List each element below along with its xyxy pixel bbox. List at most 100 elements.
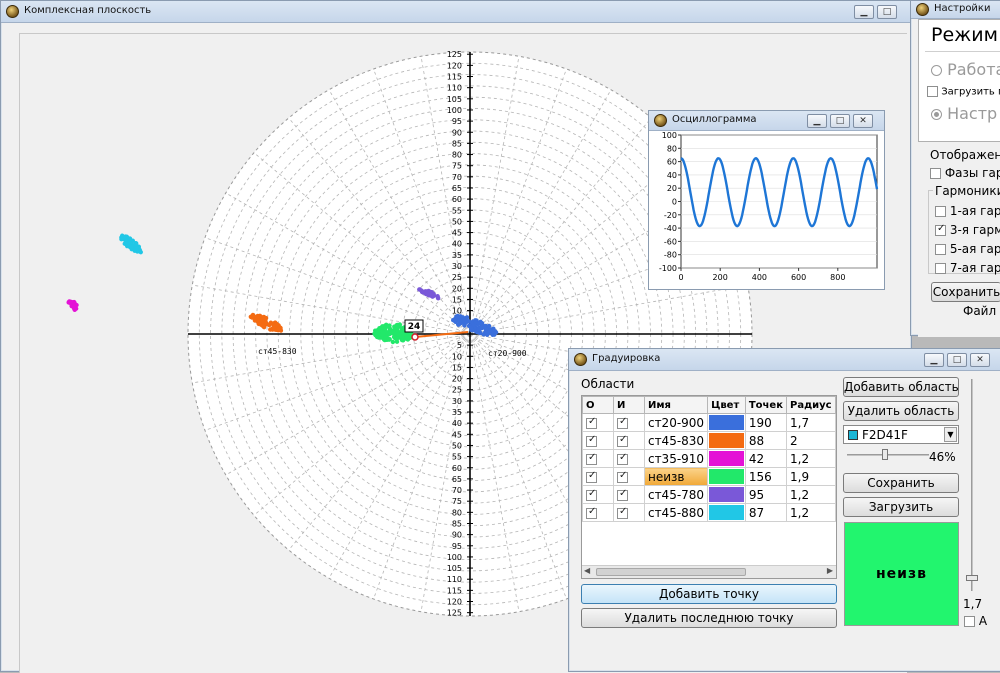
- add-area-button[interactable]: Добавить область: [843, 377, 959, 397]
- add-point-button[interactable]: Добавить точку: [581, 584, 837, 604]
- row-visible-checkbox[interactable]: [586, 488, 597, 501]
- color-dropdown[interactable]: F2D41F ▼: [843, 425, 959, 444]
- row-points[interactable]: 88: [744, 431, 788, 450]
- row-use-checkbox[interactable]: [616, 416, 628, 429]
- row-name[interactable]: неизв: [643, 467, 709, 486]
- title-bar[interactable]: Комплексная плоскость ▁ □: [1, 1, 911, 23]
- col-name[interactable]: Имя: [643, 396, 709, 414]
- cluster-point: [387, 328, 392, 334]
- cluster-label-right: ст20-900: [488, 349, 527, 358]
- table-hscrollbar[interactable]: ◀ ▶: [582, 565, 836, 578]
- calib-maximize-button[interactable]: □: [947, 353, 967, 367]
- row-visible-checkbox[interactable]: [586, 434, 597, 447]
- calib-save-button[interactable]: Сохранить: [843, 473, 959, 493]
- row-radius[interactable]: 1,2: [786, 485, 836, 504]
- oscillogram-chart[interactable]: 100806040200-20-40-60-80-1000 200 400 600 80…: [649, 131, 884, 289]
- row-visible-checkbox[interactable]: [586, 506, 597, 519]
- settings-save-button[interactable]: Сохранить: [931, 282, 1000, 302]
- opacity-label: 46%: [929, 450, 956, 464]
- row-name[interactable]: ст35-910: [643, 449, 709, 468]
- row-color[interactable]: [707, 449, 746, 468]
- calib-close-button[interactable]: ✕: [970, 353, 990, 367]
- opacity-slider[interactable]: [847, 447, 929, 463]
- col-color[interactable]: Цвет: [707, 396, 746, 414]
- table-hscroll-thumb[interactable]: [596, 568, 746, 576]
- work-radio[interactable]: [931, 65, 942, 76]
- row-visible-checkbox[interactable]: [586, 416, 597, 429]
- row-points[interactable]: 156: [744, 467, 788, 486]
- row-points[interactable]: 95: [744, 485, 788, 504]
- harmonic-checkbox[interactable]: [935, 206, 946, 217]
- row-color[interactable]: [707, 467, 746, 486]
- calib-title-bar[interactable]: Градуировка ▁ □ ✕: [569, 349, 1000, 371]
- vertical-scale-slider[interactable]: [965, 379, 979, 593]
- axis-tick-label: 105: [447, 95, 462, 104]
- osc-maximize-button[interactable]: □: [830, 114, 850, 128]
- cluster-point: [383, 335, 388, 340]
- axis-tick-label: 15: [452, 363, 462, 372]
- display-heading: Отображени: [930, 148, 1000, 162]
- remove-area-button[interactable]: Удалить область: [843, 401, 959, 421]
- axis-tick-label: 110: [447, 575, 462, 584]
- table-row[interactable]: ст45-880 871,2: [582, 503, 836, 522]
- row-visible-checkbox[interactable]: [586, 470, 597, 483]
- row-color[interactable]: [707, 485, 746, 504]
- a-checkbox-label: A: [978, 614, 988, 628]
- osc-close-button[interactable]: ✕: [853, 114, 873, 128]
- phases-checkbox[interactable]: [930, 168, 941, 179]
- a-checkbox[interactable]: [964, 616, 975, 627]
- row-color[interactable]: [707, 431, 746, 450]
- col-points[interactable]: Точек: [744, 396, 788, 414]
- table-row[interactable]: неизв 1561,9: [582, 467, 836, 486]
- row-name[interactable]: ст45-830: [643, 431, 709, 450]
- row-radius[interactable]: 2: [786, 431, 836, 450]
- axis-tick-label: 50: [452, 217, 462, 226]
- col-i[interactable]: И: [612, 396, 645, 414]
- row-points[interactable]: 190: [744, 413, 788, 432]
- harmonic-checkbox[interactable]: [935, 223, 946, 236]
- table-row[interactable]: ст45-780 951,2: [582, 485, 836, 504]
- row-use-checkbox[interactable]: [616, 488, 628, 501]
- table-row[interactable]: ст45-830 882: [582, 431, 836, 450]
- col-o[interactable]: О: [582, 396, 614, 414]
- vertical-scale-thumb[interactable]: [966, 575, 978, 581]
- row-color[interactable]: [707, 503, 746, 522]
- row-radius[interactable]: 1,9: [786, 467, 836, 486]
- load-checkbox[interactable]: [927, 86, 938, 97]
- row-use-checkbox[interactable]: [616, 434, 628, 447]
- maximize-button[interactable]: □: [877, 5, 897, 19]
- row-radius[interactable]: 1,2: [786, 449, 836, 468]
- row-color[interactable]: [707, 413, 746, 432]
- calib-minimize-button[interactable]: ▁: [924, 353, 944, 367]
- row-points[interactable]: 87: [744, 503, 788, 522]
- row-name[interactable]: ст45-780: [643, 485, 709, 504]
- row-radius[interactable]: 1,2: [786, 503, 836, 522]
- row-use-checkbox[interactable]: [616, 506, 628, 519]
- calib-load-button[interactable]: Загрузить: [843, 497, 959, 517]
- cluster-ст35-910[interactable]: [65, 296, 81, 313]
- osc-y-tick-label: -100: [659, 264, 677, 273]
- minimize-button[interactable]: ▁: [854, 5, 874, 19]
- row-use-checkbox[interactable]: [616, 452, 628, 465]
- opacity-slider-thumb[interactable]: [881, 449, 888, 460]
- row-points[interactable]: 42: [744, 449, 788, 468]
- axis-tick-label: 55: [452, 206, 462, 215]
- row-radius[interactable]: 1,7: [786, 413, 836, 432]
- remove-last-point-button[interactable]: Удалить последнюю точку: [581, 608, 837, 628]
- settings-title-bar[interactable]: Настройки: [911, 1, 1000, 19]
- osc-minimize-button[interactable]: ▁: [807, 114, 827, 128]
- row-use-checkbox[interactable]: [616, 470, 628, 483]
- measurement-point-icon[interactable]: [411, 333, 419, 341]
- harmonic-checkbox[interactable]: [935, 263, 946, 274]
- row-name[interactable]: ст20-900: [643, 413, 709, 432]
- osc-title-bar[interactable]: Осциллограмма ▁ □ ✕: [649, 111, 884, 131]
- row-visible-checkbox[interactable]: [586, 452, 597, 465]
- harmonic-checkbox[interactable]: [935, 244, 946, 255]
- table-row[interactable]: ст20-900 1901,7: [582, 413, 836, 432]
- col-radius[interactable]: Радиус: [786, 396, 836, 414]
- dropdown-arrow-icon[interactable]: ▼: [944, 427, 957, 442]
- cluster-ст45-880[interactable]: [116, 231, 146, 258]
- setup-radio[interactable]: [931, 109, 942, 120]
- table-row[interactable]: ст35-910 421,2: [582, 449, 836, 468]
- row-name[interactable]: ст45-880: [643, 503, 709, 522]
